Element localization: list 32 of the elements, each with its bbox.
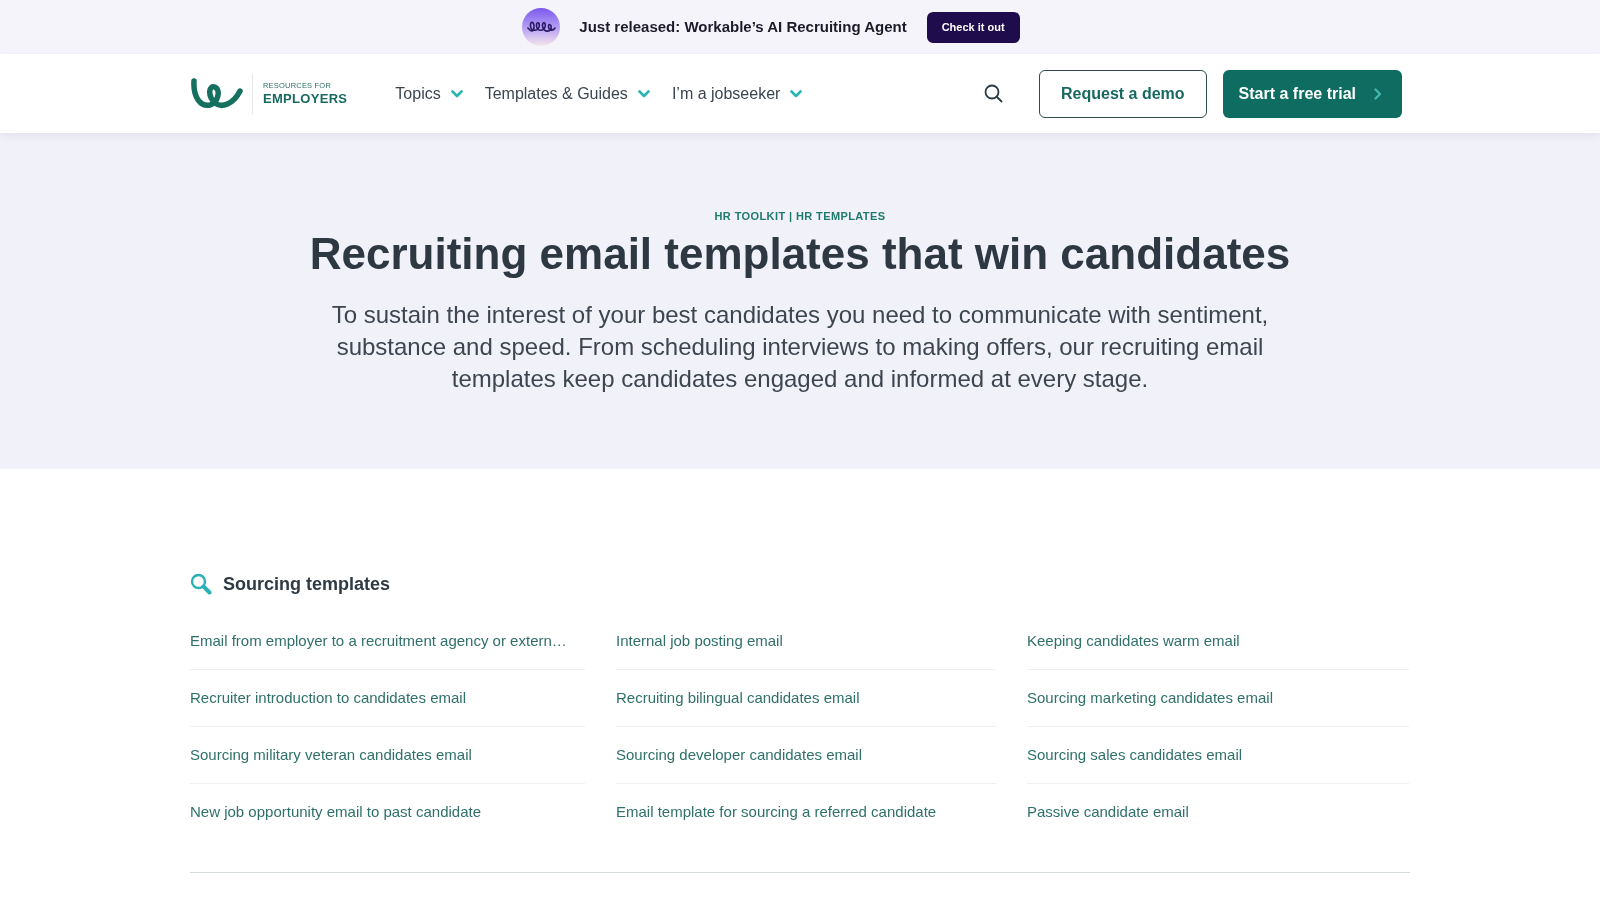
logo-title: EMPLOYERS [263, 92, 348, 106]
category-label: HR TOOLKIT | HR TEMPLATES [714, 209, 886, 224]
section-title: Sourcing templates [223, 572, 391, 596]
swirl-logo-icon[interactable] [190, 77, 244, 110]
search-icon [190, 573, 212, 595]
chevron-down-icon [450, 89, 463, 98]
nav-menu-item[interactable]: Topics [395, 81, 463, 106]
primary-button[interactable]: Start a free trial [1222, 69, 1402, 118]
template-link[interactable]: Sourcing sales candidates email [1027, 743, 1243, 767]
template-link[interactable]: Passive candidate email [1027, 801, 1189, 824]
template-link[interactable]: Email template for sourcing a referred candidate [616, 801, 937, 824]
template-link[interactable]: New job opportunity email to past candidate [190, 801, 481, 824]
nav-menu-item[interactable]: I’m a jobseeker [671, 81, 803, 106]
template-link[interactable]: Sourcing developer candidates email [616, 743, 862, 767]
search-icon[interactable] [984, 84, 1003, 103]
announcement-button[interactable]: Check it out [926, 11, 1020, 43]
intro-paragraph: To sustain the interest of your best candidates you need to communicate with sentiment, substance and speed. From scheduling interviews to making offers, our recruiting email templates keep candidates engaged and informed at every stage. [330, 299, 1270, 394]
template-link[interactable]: Recruiting bilingual candidates email [616, 686, 860, 710]
chevron-down-icon [637, 89, 650, 98]
announcement-text: Just released: Workable’s AI Recruiting Agent [579, 16, 907, 37]
template-link[interactable]: Sourcing military veteran candidates email [190, 743, 472, 767]
template-link[interactable]: Recruiter introduction to candidates email [190, 686, 466, 710]
chevron-down-icon [790, 89, 803, 98]
chevron-right-icon [1374, 87, 1382, 100]
loop-badge-icon [522, 8, 561, 46]
page-title: Recruiting email templates that win candidates [309, 228, 1291, 279]
template-link[interactable]: Email from employer to a recruitment agency or extern… [190, 629, 567, 653]
nav-menu-item[interactable]: Templates & Guides [484, 81, 650, 106]
template-link[interactable]: Keeping candidates warm email [1027, 629, 1240, 653]
template-link[interactable]: Internal job posting email [616, 629, 783, 653]
template-link[interactable]: Sourcing marketing candidates email [1027, 686, 1273, 710]
outline-button[interactable]: Request a demo [1039, 69, 1207, 118]
